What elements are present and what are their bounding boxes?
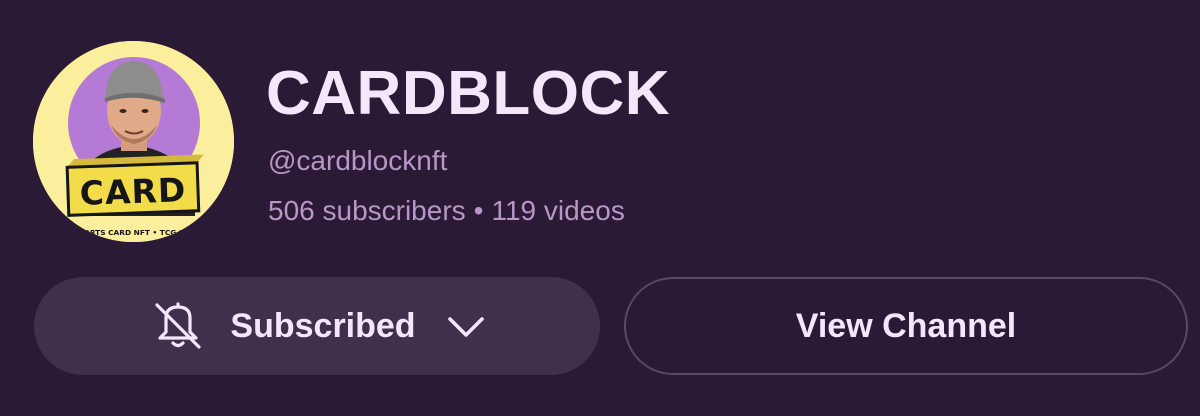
channel-name: CARDBLOCK	[266, 59, 671, 128]
view-channel-label: View Channel	[795, 306, 1017, 345]
view-channel-button[interactable]: View Channel	[624, 277, 1188, 375]
channel-stats: 506 subscribers • 119 videos	[268, 193, 625, 229]
subscribed-button[interactable]: Subscribed	[34, 277, 600, 375]
subscriber-count: 506 subscribers	[268, 195, 466, 226]
chevron-down-icon	[446, 306, 486, 346]
subscribed-label: Subscribed	[230, 306, 416, 345]
video-count: 119 videos	[491, 195, 625, 226]
avatar-image: CARD SPORTS CARD NFT • TCG NFT	[33, 41, 234, 242]
channel-avatar[interactable]: CARD SPORTS CARD NFT • TCG NFT	[33, 41, 234, 242]
channel-handle: @cardblocknft	[268, 145, 448, 176]
svg-text:CARD: CARD	[79, 170, 187, 213]
stats-separator: •	[473, 195, 484, 226]
svg-text:SPORTS CARD NFT • TCG NFT: SPORTS CARD NFT • TCG NFT	[73, 228, 195, 237]
bell-off-icon	[148, 296, 208, 356]
